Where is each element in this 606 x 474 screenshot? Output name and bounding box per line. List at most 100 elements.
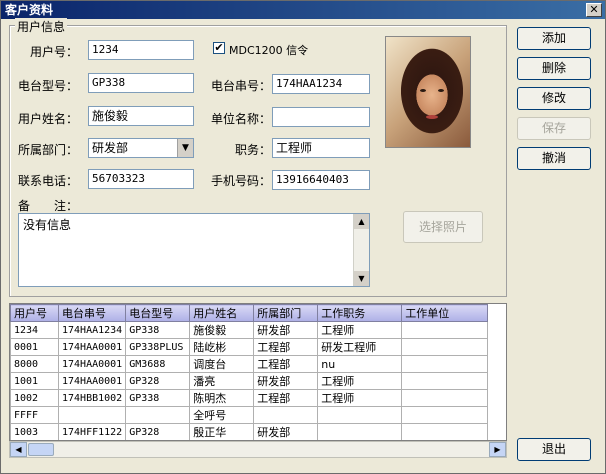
table-cell[interactable]: 殷正华 xyxy=(189,423,255,440)
scroll-left-icon[interactable]: ◀ xyxy=(10,442,27,457)
table-cell[interactable]: 研发工程师 xyxy=(317,338,403,356)
table-row[interactable]: 0001 174HAA0001 GP338PLUS 陆屹彬 工程部 研发工程师 xyxy=(10,338,489,356)
table-cell[interactable]: 研发部 xyxy=(253,423,319,440)
user-name-label: 用户姓名： xyxy=(18,112,79,126)
table-cell[interactable] xyxy=(401,423,489,440)
grid-horizontal-scrollbar[interactable]: ◀ ▶ xyxy=(9,441,507,458)
table-cell[interactable]: 施俊毅 xyxy=(189,321,255,339)
table-cell[interactable]: 174HAA0001 xyxy=(57,372,127,390)
column-header[interactable]: 所属部门 xyxy=(253,304,319,322)
position-label: 职务： xyxy=(235,143,272,157)
mobile-field[interactable]: 13916640403 xyxy=(272,170,370,190)
scroll-right-icon[interactable]: ▶ xyxy=(489,442,506,457)
column-header[interactable]: 工作单位 xyxy=(401,304,489,322)
delete-button[interactable]: 删除 xyxy=(517,57,591,80)
table-cell[interactable]: 研发部 xyxy=(253,372,319,390)
user-name-field[interactable]: 施俊毅 xyxy=(88,106,194,126)
table-cell[interactable]: 陆屹彬 xyxy=(189,338,255,356)
position-field[interactable]: 工程师 xyxy=(272,138,370,158)
table-cell[interactable]: 研发部 xyxy=(253,321,319,339)
table-row[interactable]: 1234 174HAA1234 GP338 施俊毅 研发部 工程师 xyxy=(10,321,489,339)
table-row[interactable]: FFFF 全呼号 xyxy=(10,406,489,424)
table-row[interactable]: 1001 174HAA0001 GP328 潘亮 研发部 工程师 xyxy=(10,372,489,390)
table-cell[interactable]: 1002 xyxy=(10,389,59,407)
table-cell[interactable]: nu xyxy=(317,355,403,373)
choose-photo-button[interactable]: 选择照片 xyxy=(403,211,483,243)
column-header[interactable]: 用户姓名 xyxy=(189,304,255,322)
table-cell[interactable]: 1234 xyxy=(10,321,59,339)
table-cell[interactable]: GP338 xyxy=(125,321,191,339)
user-id-field[interactable]: 1234 xyxy=(88,40,194,60)
table-cell[interactable]: 174HFF1122 xyxy=(57,423,127,440)
edit-button[interactable]: 修改 xyxy=(517,87,591,110)
table-cell[interactable] xyxy=(401,389,489,407)
phone-label: 联系电话： xyxy=(18,174,79,188)
user-info-group-title: 用户信息 xyxy=(15,18,68,35)
column-header[interactable]: 电台型号 xyxy=(125,304,191,322)
table-cell[interactable]: 174HAA0001 xyxy=(57,338,127,356)
user-photo xyxy=(385,36,471,148)
remark-text: 没有信息 xyxy=(23,218,72,232)
table-row[interactable]: 8000 174HAA0001 GM3688 调度台 工程部 nu xyxy=(10,355,489,373)
table-cell[interactable] xyxy=(401,355,489,373)
table-row[interactable]: 1002 174HBB1002 GP338 陈明杰 工程部 工程师 xyxy=(10,389,489,407)
table-cell[interactable]: 174HAA1234 xyxy=(57,321,127,339)
save-button[interactable]: 保存 xyxy=(517,117,591,140)
remark-scrollbar[interactable]: ▲ ▼ xyxy=(353,214,369,286)
device-serial-field[interactable]: 174HAA1234 xyxy=(272,74,370,94)
company-field[interactable] xyxy=(272,107,370,127)
table-cell[interactable]: 工程部 xyxy=(253,389,319,407)
device-serial-label: 电台串号： xyxy=(211,79,272,93)
add-button[interactable]: 添加 xyxy=(517,27,591,50)
mdc1200-checkbox[interactable]: ✔ xyxy=(213,42,225,54)
table-cell[interactable]: GP338PLUS xyxy=(125,338,191,356)
table-cell[interactable]: GP328 xyxy=(125,423,191,440)
scrollbar-thumb[interactable] xyxy=(28,443,54,456)
table-cell[interactable]: 8000 xyxy=(10,355,59,373)
table-cell[interactable]: 调度台 xyxy=(189,355,255,373)
table-cell[interactable]: 陈明杰 xyxy=(189,389,255,407)
table-cell[interactable]: 全呼号 xyxy=(189,406,255,424)
table-cell[interactable]: 工程师 xyxy=(317,372,403,390)
table-cell[interactable]: GP338 xyxy=(125,389,191,407)
exit-button[interactable]: 退出 xyxy=(517,438,591,461)
table-cell[interactable] xyxy=(401,406,489,424)
device-model-field[interactable]: GP338 xyxy=(88,73,194,93)
close-button[interactable]: ✕ xyxy=(586,3,602,17)
table-cell[interactable]: 174HAA0001 xyxy=(57,355,127,373)
table-cell[interactable] xyxy=(317,406,403,424)
table-cell[interactable]: GM3688 xyxy=(125,355,191,373)
table-cell[interactable]: 潘亮 xyxy=(189,372,255,390)
table-cell[interactable] xyxy=(57,406,127,424)
scroll-down-icon[interactable]: ▼ xyxy=(354,271,369,286)
mdc1200-checkbox-label: MDC1200 信令 xyxy=(229,44,309,57)
phone-field[interactable]: 56703323 xyxy=(88,169,194,189)
table-cell[interactable] xyxy=(125,406,191,424)
department-select[interactable]: 研发部 ▼ xyxy=(88,138,194,158)
scroll-up-icon[interactable]: ▲ xyxy=(354,214,369,229)
customer-info-window: 客户资料 ✕ 用户信息 用户号： 电台型号： 用户姓名： 所属部门： 联系电话：… xyxy=(0,0,606,474)
customer-grid[interactable]: 用户号 电台串号 电台型号 用户姓名 所属部门 工作职务 工作单位 1234 174HAA12… xyxy=(9,303,507,441)
table-cell[interactable]: 174HBB1002 xyxy=(57,389,127,407)
table-cell[interactable] xyxy=(401,372,489,390)
chevron-down-icon[interactable]: ▼ xyxy=(177,139,193,157)
table-cell[interactable]: FFFF xyxy=(10,406,59,424)
table-cell[interactable]: 工程师 xyxy=(317,321,403,339)
table-cell[interactable] xyxy=(401,338,489,356)
remark-textarea[interactable]: 没有信息 ▲ ▼ xyxy=(18,213,370,287)
column-header[interactable]: 用户号 xyxy=(10,304,59,322)
table-row[interactable]: 1003 174HFF1122 GP328 殷正华 研发部 xyxy=(10,423,489,440)
table-cell[interactable] xyxy=(317,423,403,440)
table-cell[interactable]: 1003 xyxy=(10,423,59,440)
table-cell[interactable]: GP328 xyxy=(125,372,191,390)
table-cell[interactable] xyxy=(401,321,489,339)
table-cell[interactable] xyxy=(253,406,319,424)
table-cell[interactable]: 工程部 xyxy=(253,338,319,356)
table-cell[interactable]: 工程师 xyxy=(317,389,403,407)
column-header[interactable]: 工作职务 xyxy=(317,304,403,322)
cancel-button[interactable]: 撤消 xyxy=(517,147,591,170)
column-header[interactable]: 电台串号 xyxy=(57,304,127,322)
table-cell[interactable]: 工程部 xyxy=(253,355,319,373)
table-cell[interactable]: 1001 xyxy=(10,372,59,390)
table-cell[interactable]: 0001 xyxy=(10,338,59,356)
